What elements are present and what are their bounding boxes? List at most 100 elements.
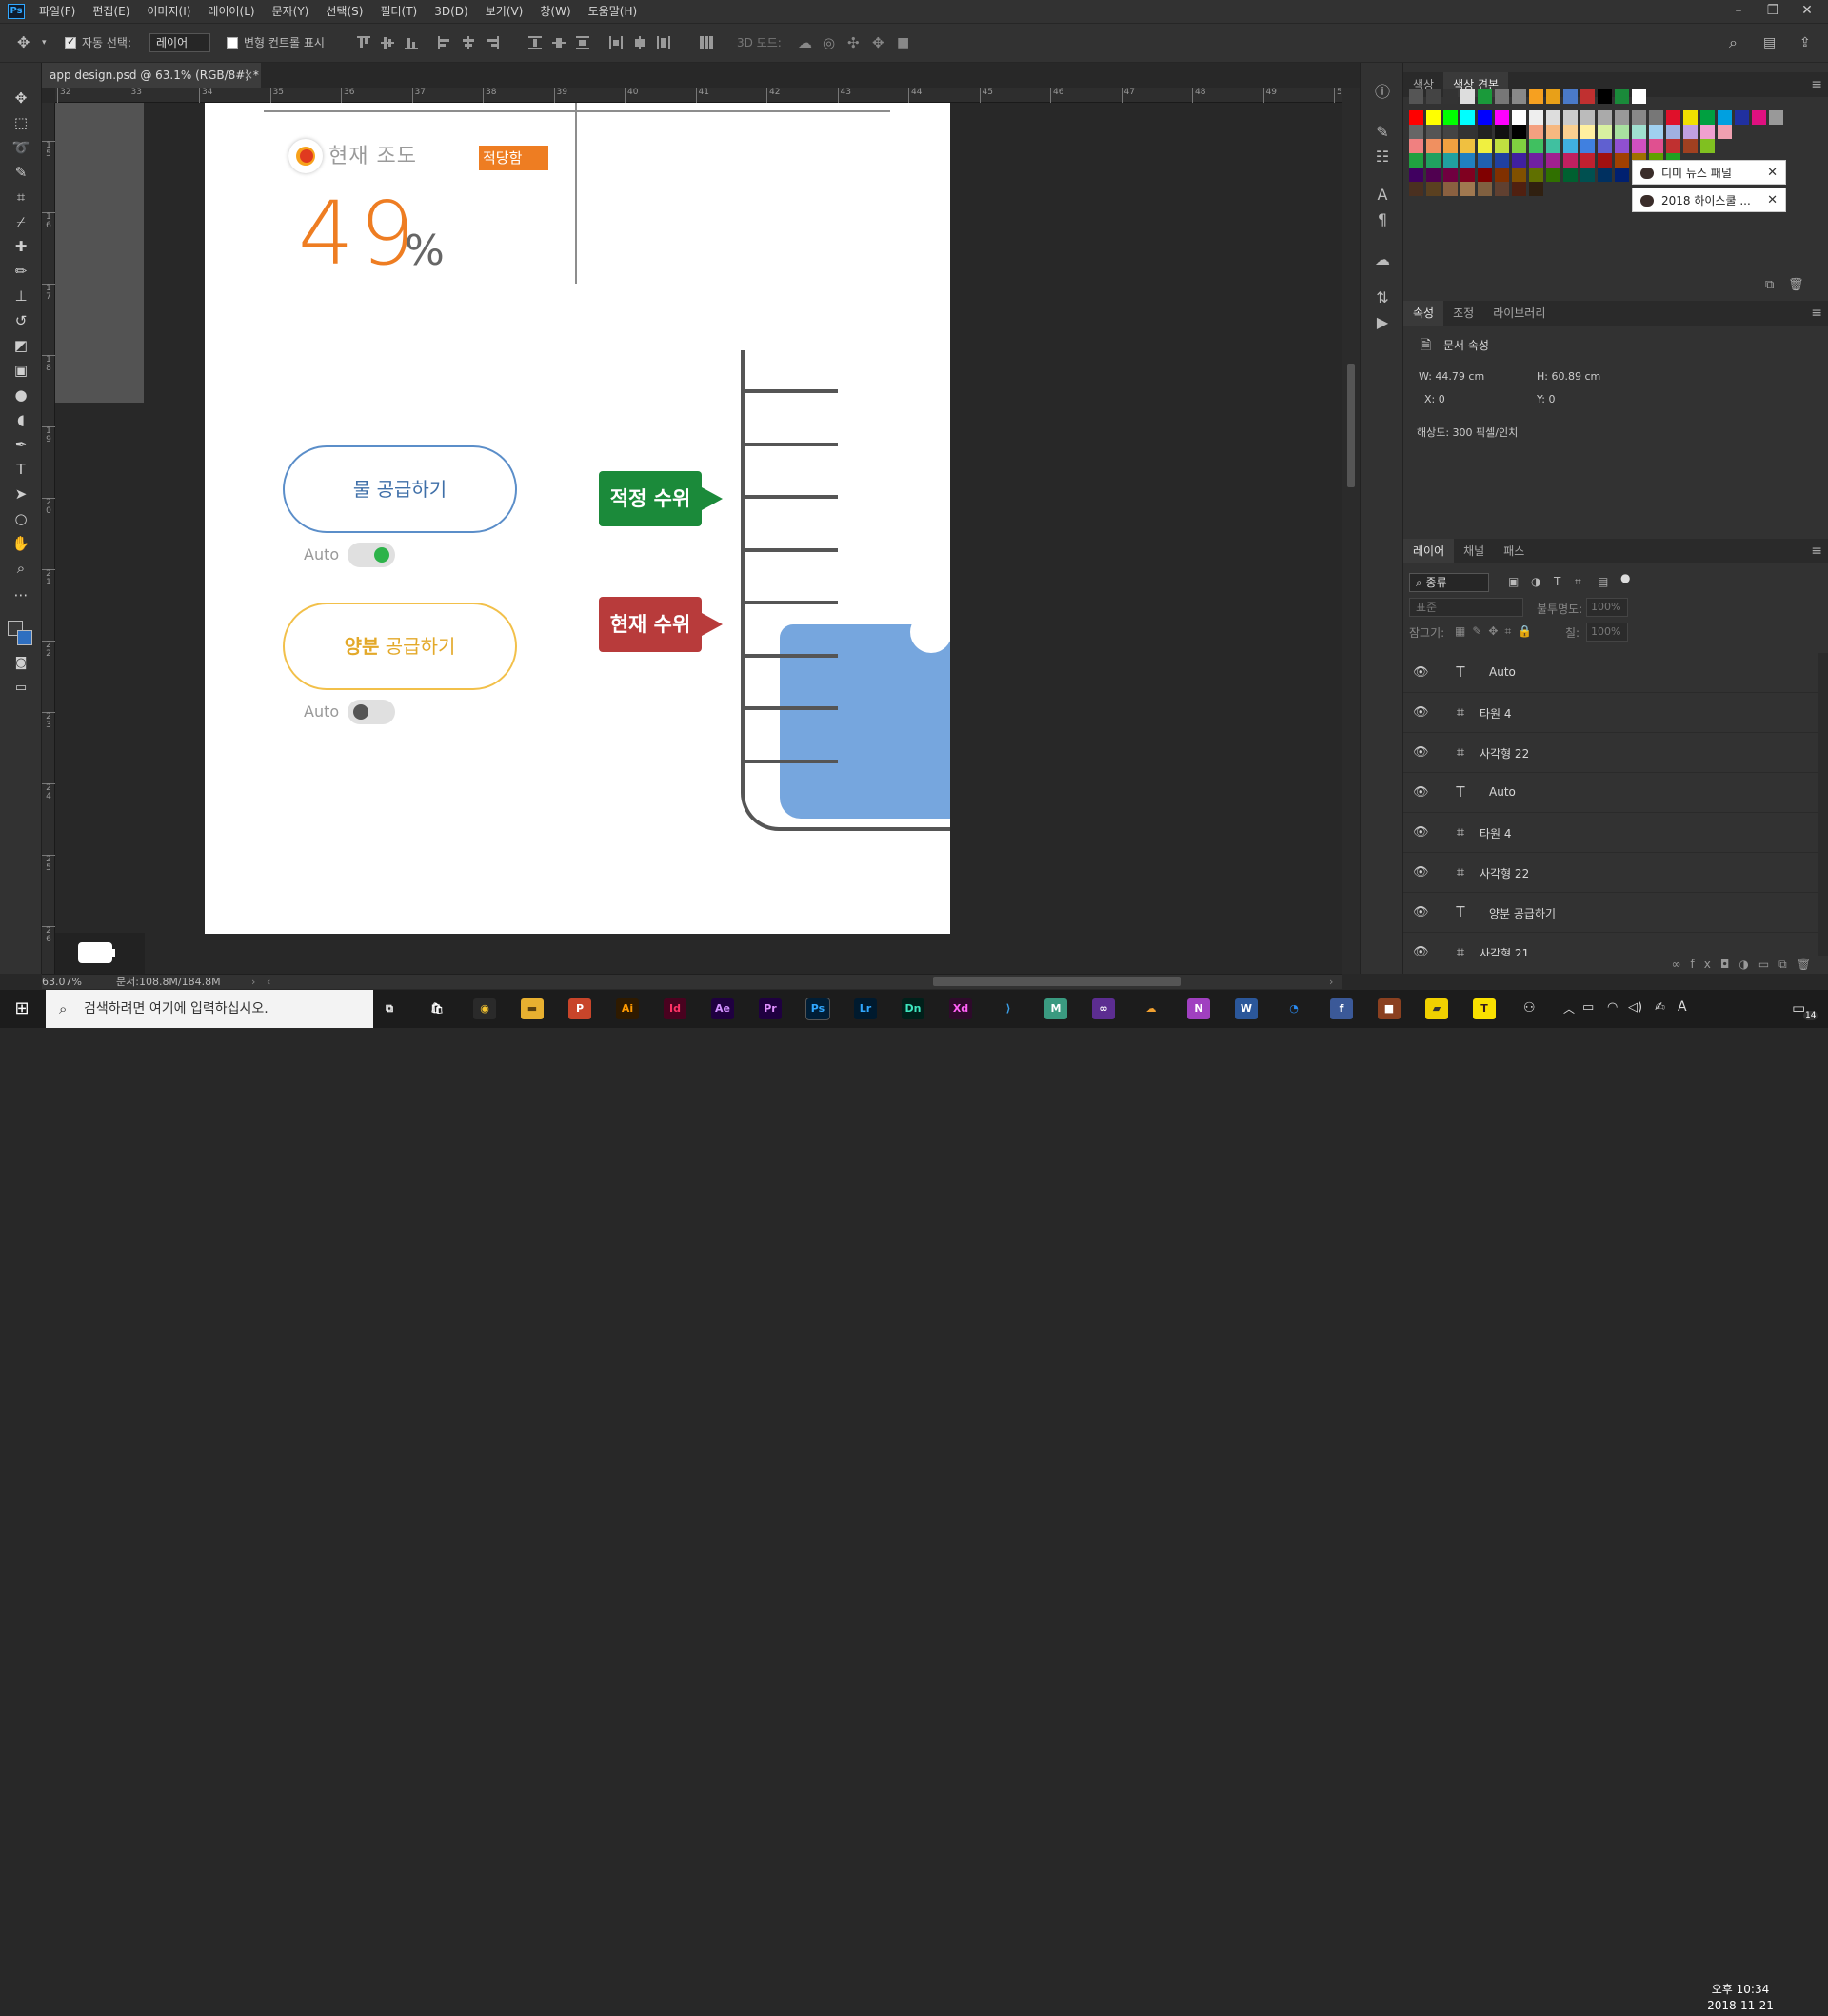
healing-brush-tool-icon[interactable]: ✚ <box>10 236 32 257</box>
tab-properties[interactable]: 속성 <box>1403 301 1444 326</box>
color-swatch[interactable] <box>1460 182 1475 196</box>
color-swatch[interactable] <box>1460 139 1475 153</box>
pen-tool-icon[interactable]: ✒ <box>10 434 32 455</box>
color-swatch[interactable] <box>1563 139 1578 153</box>
color-swatch[interactable] <box>1580 110 1595 125</box>
status-arrow-icon[interactable]: › <box>251 975 255 990</box>
visibility-eye-icon[interactable]: 👁 <box>1413 945 1429 956</box>
water-auto-toggle[interactable] <box>348 543 395 567</box>
opacity-field[interactable]: 100% <box>1586 598 1628 617</box>
visibility-eye-icon[interactable]: 👁 <box>1413 785 1429 800</box>
show-transform-checkbox[interactable] <box>227 37 238 49</box>
marquee-tool-icon[interactable]: ⬚ <box>10 112 32 133</box>
color-swatch[interactable] <box>1563 110 1578 125</box>
cloud-icon[interactable]: ☁ <box>1372 249 1393 270</box>
color-swatch[interactable] <box>1426 153 1441 168</box>
lock-icons[interactable]: ▦✎✥⌗🔒 <box>1455 624 1539 639</box>
color-swatch[interactable] <box>1649 110 1663 125</box>
character-icon[interactable]: A <box>1372 185 1393 206</box>
color-swatch[interactable] <box>1752 110 1766 125</box>
gradient-tool-icon[interactable]: ▣ <box>10 360 32 381</box>
color-swatch[interactable] <box>1546 168 1560 182</box>
menu-edit[interactable]: 편집(E) <box>84 0 138 23</box>
layer-filter-dropdown[interactable]: ⌕ 종류 <box>1409 573 1489 592</box>
brush-settings-icon[interactable]: ✎ <box>1372 122 1393 143</box>
kakaotalk-icon[interactable]: T <box>1473 998 1496 1019</box>
color-swatch[interactable] <box>1478 182 1492 196</box>
paragraph-icon[interactable]: ¶ <box>1372 209 1393 230</box>
filter-toggle-icon[interactable]: ● <box>1620 571 1630 584</box>
filter-smart-object-icon[interactable]: ▤ <box>1598 575 1608 588</box>
menu-view[interactable]: 보기(V) <box>477 0 532 23</box>
align-left-icon[interactable] <box>438 36 451 49</box>
blur-tool-icon[interactable]: ● <box>10 385 32 405</box>
close-icon[interactable]: ✕ <box>1767 161 1778 186</box>
photoshop-icon[interactable]: Ps <box>805 998 830 1020</box>
move-tool-icon[interactable]: ✥ <box>10 88 32 109</box>
onenote-icon[interactable]: N <box>1187 998 1210 1019</box>
layer-row[interactable]: 👁 ⌗ 타원 4 <box>1403 693 1822 733</box>
color-swatch[interactable] <box>1598 139 1612 153</box>
color-swatch[interactable] <box>1529 89 1543 104</box>
filter-shape-icon[interactable]: ⌗ <box>1575 575 1581 589</box>
color-swatch[interactable] <box>1598 168 1612 182</box>
height-value[interactable]: H: 60.89 cm <box>1537 370 1600 383</box>
3d-roll-icon[interactable]: ◎ <box>823 33 835 52</box>
trash-icon[interactable]: 🗑 <box>1788 278 1804 292</box>
color-swatch[interactable] <box>1700 110 1715 125</box>
eraser-tool-icon[interactable]: ◩ <box>10 335 32 356</box>
minimize-icon[interactable]: – <box>1721 0 1756 23</box>
color-swatch[interactable] <box>1529 139 1543 153</box>
tab-channels[interactable]: 채널 <box>1454 539 1494 563</box>
color-swatch[interactable] <box>1443 110 1458 125</box>
color-swatch[interactable] <box>1580 125 1595 139</box>
ellipse-tool-icon[interactable]: ○ <box>10 508 32 529</box>
visibility-eye-icon[interactable]: 👁 <box>1413 745 1429 760</box>
3d-pan-icon[interactable]: ✣ <box>847 33 860 52</box>
color-swatch[interactable] <box>1495 89 1509 104</box>
menu-file[interactable]: 파일(F) <box>30 0 84 23</box>
search-icon[interactable]: ⌕ <box>1729 33 1738 52</box>
more-tools-icon[interactable]: ⋯ <box>10 584 32 605</box>
color-swatch[interactable] <box>1409 125 1423 139</box>
filter-adjustment-icon[interactable]: ◑ <box>1531 575 1540 588</box>
color-swatch[interactable] <box>1478 153 1492 168</box>
color-swatch[interactable] <box>1443 182 1458 196</box>
color-swatch[interactable] <box>1529 168 1543 182</box>
layer-row[interactable]: 👁 T 양분 공급하기 <box>1403 893 1822 933</box>
network-icon[interactable]: ▭ <box>1582 1000 1594 1015</box>
tab-paths[interactable]: 패스 <box>1494 539 1534 563</box>
panel-menu-icon[interactable]: ≡ <box>1811 72 1822 97</box>
color-swatch[interactable] <box>1443 139 1458 153</box>
lightroom-icon[interactable]: Lr <box>854 998 877 1019</box>
cloud-app-icon[interactable]: ☁ <box>1140 998 1162 1019</box>
artboard[interactable]: 현재 조도 적당함 49 % 물 공급하기 Auto 양분 공급하기 Auto … <box>205 103 950 934</box>
facebook-icon[interactable]: f <box>1330 998 1353 1019</box>
layer-row[interactable]: 👁 T Auto <box>1403 653 1822 693</box>
3d-camera-icon[interactable]: ■ <box>897 33 909 52</box>
play-icon[interactable]: ▶ <box>1372 312 1393 333</box>
3d-orbit-icon[interactable]: ☁ <box>798 33 812 52</box>
color-swatch[interactable] <box>1512 125 1526 139</box>
color-swatch[interactable] <box>1495 182 1509 196</box>
align-right-icon[interactable] <box>486 36 499 49</box>
color-swatch[interactable] <box>1563 168 1578 182</box>
workspace-icon[interactable]: ▤ <box>1763 33 1776 52</box>
file-explorer-icon[interactable]: ▬ <box>521 998 544 1019</box>
align-vcenter-icon[interactable] <box>381 36 394 49</box>
menu-select[interactable]: 선택(S) <box>317 0 371 23</box>
panel-menu-icon[interactable]: ≡ <box>1811 539 1822 563</box>
color-swatch[interactable] <box>1598 125 1612 139</box>
nutrient-auto-toggle[interactable] <box>348 700 395 724</box>
path-selection-tool-icon[interactable]: ➤ <box>10 484 32 504</box>
zoom-tool-icon[interactable]: ⌕ <box>10 558 32 579</box>
distribute-bottom-icon[interactable] <box>576 36 589 49</box>
color-swatch[interactable] <box>1546 110 1560 125</box>
color-swatch[interactable] <box>1666 125 1680 139</box>
auto-align-icon[interactable] <box>700 36 713 49</box>
color-swatch[interactable] <box>1649 125 1663 139</box>
color-swatch[interactable] <box>1460 89 1475 104</box>
color-swatch[interactable] <box>1632 125 1646 139</box>
vertical-scrollbar[interactable] <box>1342 88 1360 974</box>
color-swatch[interactable] <box>1426 182 1441 196</box>
